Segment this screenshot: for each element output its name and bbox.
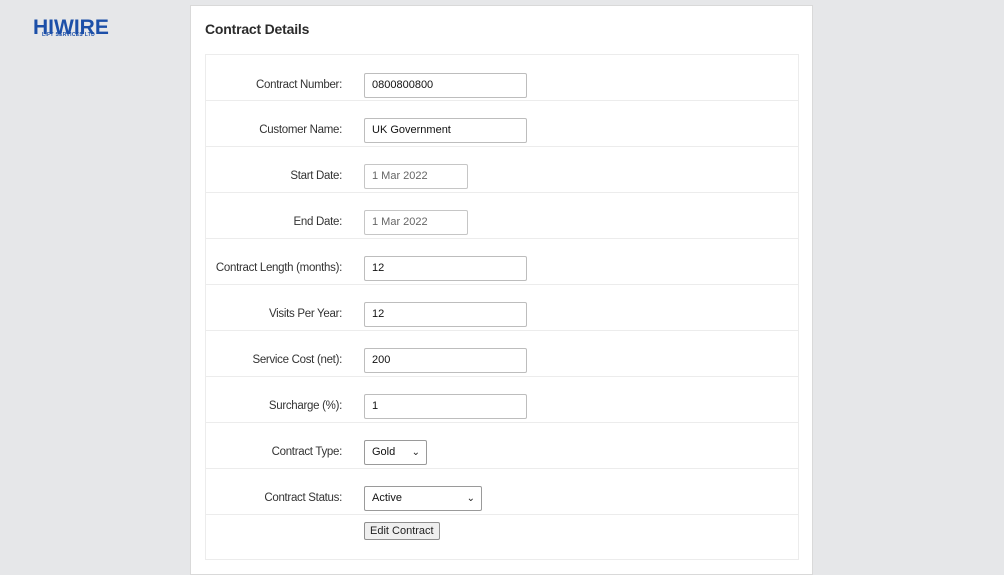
service-cost-label: Service Cost (net): (252, 354, 342, 366)
contract-details-card: Contract Details Contract Number: 080080… (190, 5, 813, 575)
customer-name-label: Customer Name: (259, 124, 342, 136)
contract-form: Contract Number: 0800800800 Customer Nam… (205, 54, 799, 560)
contract-length-label: Contract Length (months): (215, 262, 342, 274)
contract-status-select[interactable]: Active ⌄ (364, 486, 482, 511)
contract-type-value: Gold (372, 446, 396, 458)
row-contract-length: Contract Length (months): 12 (206, 239, 798, 285)
contract-length-input[interactable]: 12 (364, 256, 527, 281)
customer-name-input[interactable]: UK Government (364, 118, 527, 143)
company-logo: HIWIRE LIFT SERVICES LTD (33, 17, 115, 41)
contract-type-select[interactable]: Gold ⌄ (364, 440, 427, 465)
contract-number-label: Contract Number: (256, 79, 342, 91)
surcharge-input[interactable]: 1 (364, 394, 527, 419)
logo-tagline: LIFT SERVICES LTD (42, 32, 95, 38)
end-date-label: End Date: (293, 216, 343, 228)
surcharge-label: Surcharge (%): (268, 400, 342, 412)
row-end-date: End Date: 1 Mar 2022 (206, 193, 798, 239)
row-customer-name: Customer Name: UK Government (206, 101, 798, 147)
row-visits-per-year: Visits Per Year: 12 (206, 285, 798, 331)
row-contract-type: Contract Type: Gold ⌄ (206, 423, 798, 469)
row-contract-status: Contract Status: Active ⌄ (206, 469, 798, 515)
start-date-label: Start Date: (290, 170, 342, 182)
row-surcharge: Surcharge (%): 1 (206, 377, 798, 423)
service-cost-input[interactable]: 200 (364, 348, 527, 373)
row-contract-number: Contract Number: 0800800800 (206, 55, 798, 101)
chevron-down-icon: ⌄ (466, 493, 475, 504)
edit-contract-button[interactable]: Edit Contract (364, 522, 440, 540)
visits-per-year-input[interactable]: 12 (364, 302, 527, 327)
row-actions: Edit Contract (206, 515, 798, 559)
end-date-input[interactable]: 1 Mar 2022 (364, 210, 468, 235)
chevron-down-icon: ⌄ (411, 447, 420, 458)
contract-type-label: Contract Type: (271, 446, 343, 458)
contract-number-input[interactable]: 0800800800 (364, 73, 527, 98)
contract-status-label: Contract Status: (264, 492, 342, 504)
start-date-input[interactable]: 1 Mar 2022 (364, 164, 468, 189)
row-service-cost: Service Cost (net): 200 (206, 331, 798, 377)
contract-status-value: Active (372, 492, 402, 504)
visits-per-year-label: Visits Per Year: (269, 308, 342, 320)
page-title: Contract Details (205, 21, 310, 37)
row-start-date: Start Date: 1 Mar 2022 (206, 147, 798, 193)
